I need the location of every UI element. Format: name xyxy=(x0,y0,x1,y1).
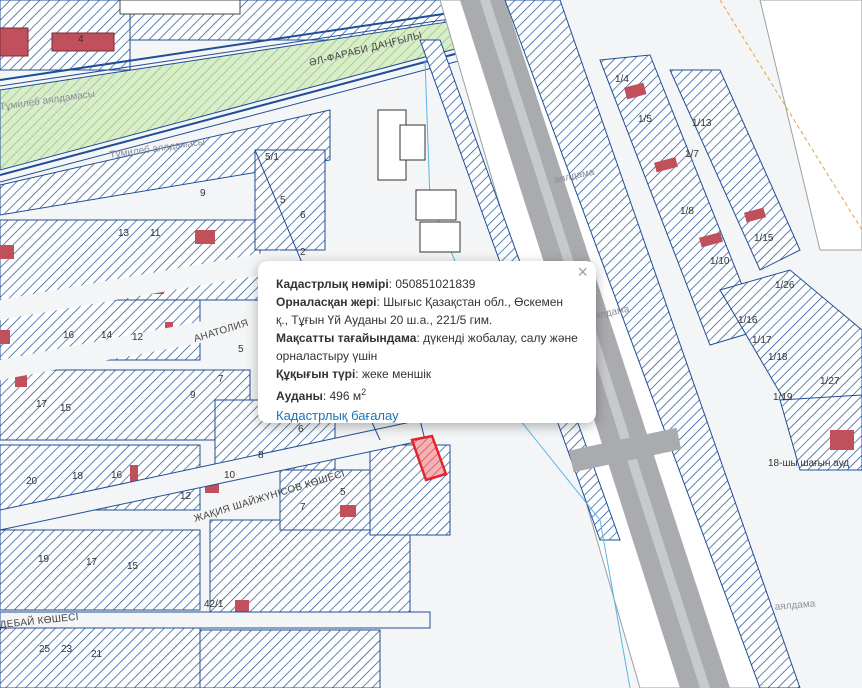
parcel-number-label: 1/16 xyxy=(738,315,758,326)
parcel-number-label: 10 xyxy=(224,470,236,481)
area-unit-sup: 2 xyxy=(361,387,367,397)
parcel-number-label: 1/17 xyxy=(752,335,772,346)
parcel-number-label: 5 xyxy=(340,487,346,498)
location-label: Орналасқан жері xyxy=(276,295,377,309)
parcel-number-label: 5/1 xyxy=(265,152,279,163)
parcel-number-label: 17 xyxy=(86,557,98,568)
parcel-number-label: 25 xyxy=(39,644,51,655)
parcel-number-label: 13 xyxy=(118,228,130,239)
parcel-number-label: 6 xyxy=(300,210,306,221)
parcel-number-label: 23 xyxy=(61,644,73,655)
street-label-shagyn: 18-шы шағын ауд xyxy=(768,458,849,469)
cadastral-number-label: Кадастрлық нөмірі xyxy=(276,277,389,291)
parcel-number-label: 4 xyxy=(78,34,84,45)
cadastral-number-row: Кадастрлық нөмірі: 050851021839 xyxy=(276,277,476,291)
parcel-info-popup: × Кадастрлық нөмірі: 050851021839 Орнала… xyxy=(258,261,596,423)
purpose-label: Мақсатты тағайындама xyxy=(276,331,417,345)
right-type-value: жеке меншік xyxy=(361,367,432,381)
cadastral-valuation-link[interactable]: Кадастрлық бағалау xyxy=(276,407,399,425)
parcel-number-label: 1/13 xyxy=(692,118,712,129)
parcel-number-label: 1/4 xyxy=(615,74,629,85)
purpose-row: Мақсатты тағайындама: дүкенді жобалау, с… xyxy=(276,331,578,363)
parcel-number-label: 16 xyxy=(63,330,75,341)
parcel-number-label: 12 xyxy=(132,332,144,343)
parcel-number-label: 1/18 xyxy=(768,352,788,363)
right-type-label: Құқығын түрі xyxy=(276,367,356,381)
area-label: Ауданы xyxy=(276,389,323,403)
parcel-number-label: 12 xyxy=(180,491,192,502)
location-row: Орналасқан жері: Шығыс Қазақстан обл., Ө… xyxy=(276,295,564,327)
parcel-number-label: 7 xyxy=(300,502,306,513)
parcel-number-label: 6 xyxy=(298,424,304,435)
cadastral-number-value: 050851021839 xyxy=(395,277,476,291)
parcel-number-label: 20 xyxy=(26,476,38,487)
parcel-number-label: 11 xyxy=(150,228,161,239)
close-icon[interactable]: × xyxy=(577,263,588,281)
area-row: Ауданы: 496 м2 xyxy=(276,387,367,403)
parcel-number-label: 5 xyxy=(238,344,244,355)
parcel-number-label: 15 xyxy=(60,403,72,414)
parcel-number-label: 19 xyxy=(38,554,50,565)
parcel-number-label: 1/26 xyxy=(775,280,795,291)
parcel-number-label: 9 xyxy=(190,390,196,401)
parcel-number-label: 21 xyxy=(91,649,103,660)
parcel-number-label: 17 xyxy=(36,399,48,410)
parcel-number-label: 8 xyxy=(258,450,264,461)
right-type-row: Құқығын түрі: жеке меншік xyxy=(276,367,432,381)
parcel-number-label: 1/8 xyxy=(680,206,694,217)
area-value: 496 м xyxy=(329,389,362,403)
parcel-number-label: 1/19 xyxy=(773,392,793,403)
parcel-number-label: 1/27 xyxy=(820,376,840,387)
parcel-number-label: 18 xyxy=(72,471,84,482)
cadastral-map[interactable]: ӘЛ-ФАРАБИ ДАҢҒЫЛЫ Тұмилеб аялдамасы Тұми… xyxy=(0,0,862,688)
parcel-number-label: 16 xyxy=(111,470,123,481)
parcel-number-label: 1/10 xyxy=(710,256,730,267)
parcel-number-label: 1/5 xyxy=(638,114,652,125)
parcel-number-label: 14 xyxy=(101,330,113,341)
parcel-number-label: 1/15 xyxy=(754,233,774,244)
parcel-number-label: 2 xyxy=(300,247,306,258)
parcel-number-label: 9 xyxy=(200,188,206,199)
parcel-number-label: 15 xyxy=(127,561,139,572)
parcel-number-label: 1/7 xyxy=(685,149,699,160)
parcel-number-label: 5 xyxy=(280,195,286,206)
parcel-number-label: 42/1 xyxy=(204,599,224,610)
parcel-number-label: 7 xyxy=(218,374,224,385)
